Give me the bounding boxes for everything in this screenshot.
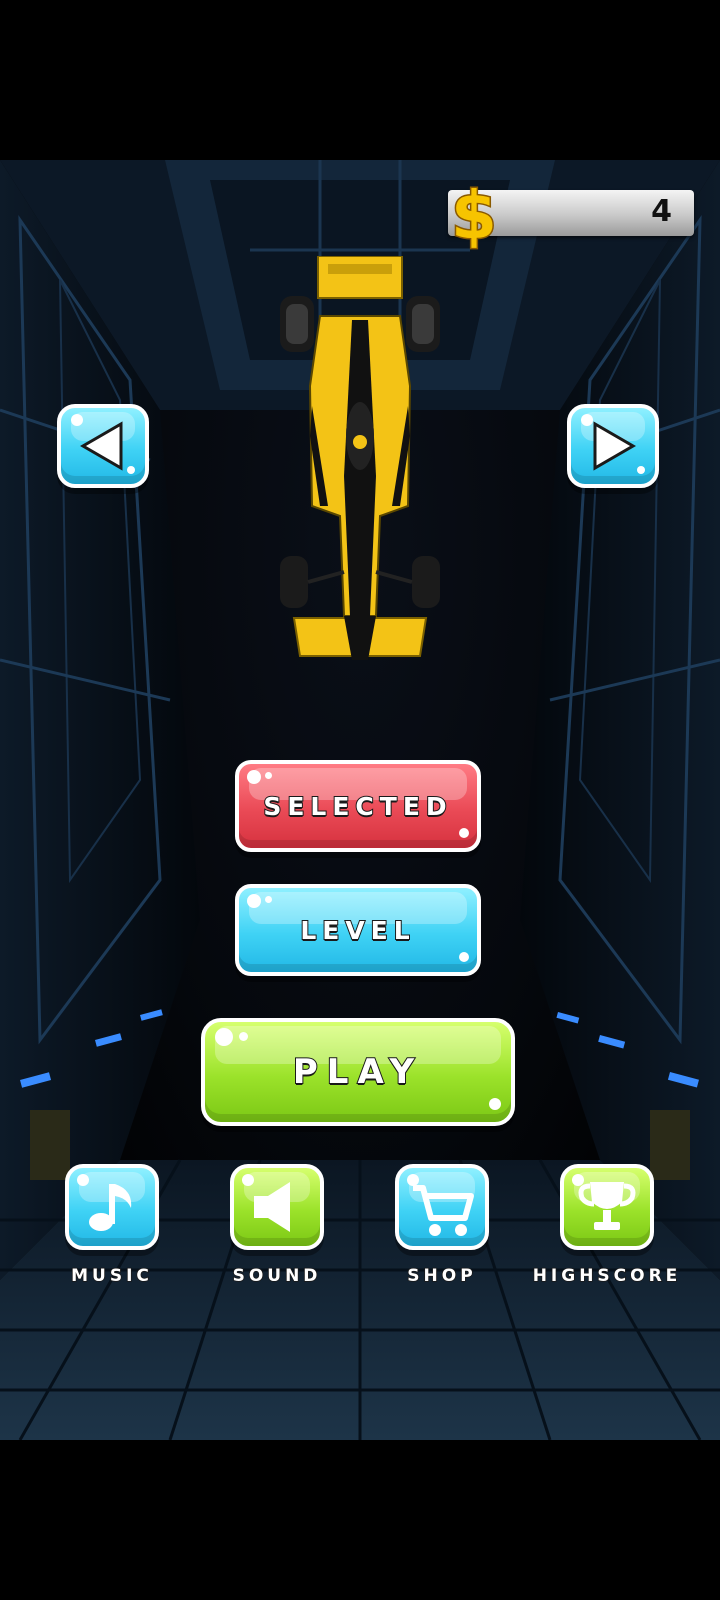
speaker-icon: [242, 1174, 290, 1232]
svg-text:$: $: [451, 178, 497, 250]
cart-icon: [407, 1174, 474, 1236]
level-label: LEVEL: [299, 915, 416, 946]
play-button[interactable]: PLAY: [201, 1018, 515, 1126]
arrow-left-icon: [71, 414, 135, 474]
shine-dot: [459, 952, 469, 962]
sound-label: SOUND: [232, 1265, 322, 1287]
music-note-icon: [77, 1174, 132, 1231]
shine-dot: [247, 894, 261, 908]
shop-button[interactable]: [395, 1164, 489, 1250]
shine-dot: [265, 772, 272, 779]
sound-button[interactable]: [230, 1164, 324, 1250]
shine-dot: [489, 1098, 501, 1110]
shine-dot: [247, 770, 261, 784]
shine-dot: [459, 828, 469, 838]
shine-dot: [215, 1028, 233, 1046]
selected-label: SELECTED: [262, 791, 453, 822]
arrow-right-icon: [581, 414, 645, 474]
game-screen: 4 $ SELECTED LEVEL PLAY MUSIC SOUND SHOP…: [0, 0, 720, 1600]
music-button[interactable]: [65, 1164, 159, 1250]
music-label: MUSIC: [70, 1265, 153, 1287]
trophy-icon: [572, 1174, 636, 1230]
level-button[interactable]: LEVEL: [235, 884, 481, 976]
next-car-button[interactable]: [567, 404, 659, 488]
dollar-icon: $: [450, 178, 499, 250]
highscore-label: HIGHSCORE: [532, 1265, 682, 1287]
selected-button[interactable]: SELECTED: [235, 760, 481, 852]
formula-car-yellow: [280, 256, 440, 660]
play-label: PLAY: [292, 1051, 424, 1093]
previous-car-button[interactable]: [57, 404, 149, 488]
shine-dot: [265, 896, 272, 903]
shop-label: SHOP: [407, 1265, 477, 1287]
highscore-button[interactable]: [560, 1164, 654, 1250]
coin-value: 4: [651, 194, 672, 229]
shine-dot: [239, 1032, 248, 1041]
